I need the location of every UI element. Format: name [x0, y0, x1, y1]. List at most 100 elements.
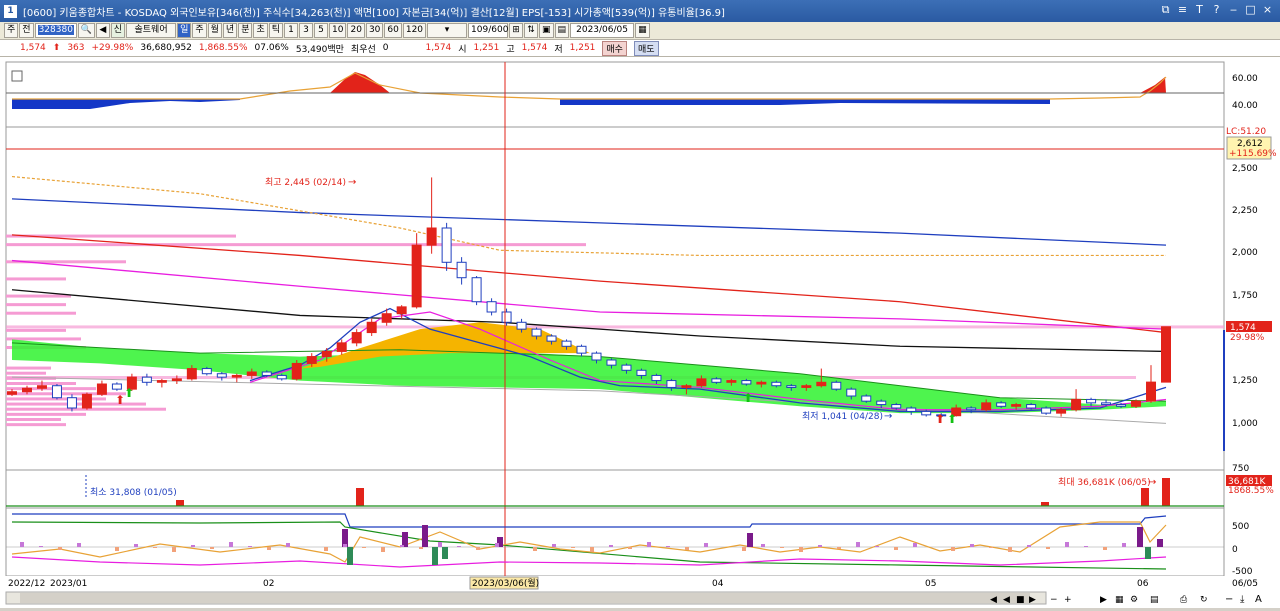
volume-profile-bar: [6, 303, 66, 307]
tools-icon[interactable]: ▤: [1150, 595, 1159, 605]
lower-small-bar: [153, 547, 157, 548]
x-label-2022-12: 2022/12: [8, 579, 45, 589]
candle-body: [366, 321, 377, 334]
save-icon[interactable]: ▣: [539, 23, 554, 38]
minimize-icon[interactable]: ‒: [1227, 3, 1240, 17]
tab-minute[interactable]: 분: [238, 23, 253, 38]
candle-body: [66, 397, 77, 409]
tb-stock[interactable]: 주: [4, 23, 19, 38]
lower-small-bar: [419, 547, 423, 549]
upper-panel-frame: [5, 61, 1225, 128]
scroll-prev-icon[interactable]: ◀: [1003, 595, 1010, 605]
change-pct: +29.98%: [91, 43, 134, 53]
candle-body: [891, 404, 902, 409]
period-dropdown-icon[interactable]: ▾: [427, 23, 468, 38]
period-30[interactable]: 30: [365, 23, 384, 38]
tb-prev-icon[interactable]: ◀: [95, 23, 110, 38]
candle-body: [21, 387, 32, 393]
stock-code-input[interactable]: 328380: [34, 23, 77, 38]
scroll-stop-icon[interactable]: ■: [1016, 595, 1025, 605]
lower-small-bar: [191, 545, 195, 547]
font-up-icon[interactable]: A: [1255, 594, 1262, 605]
lower-small-bar: [552, 544, 556, 547]
lower-small-bar: [324, 547, 328, 551]
lower-axis-neg500: -500: [1232, 567, 1253, 577]
lower-hist-bar: [747, 533, 753, 547]
candle-body: [186, 368, 197, 380]
zoom-minus-icon[interactable]: −: [1225, 594, 1233, 605]
candle-body: [966, 407, 977, 411]
lower-small-bar: [495, 543, 499, 547]
maximize-icon[interactable]: □: [1244, 3, 1257, 17]
align-icon[interactable]: ⤓: [1240, 594, 1245, 605]
help-icon[interactable]: ?: [1210, 3, 1223, 17]
app-icon: 1: [4, 4, 17, 18]
calendar-icon[interactable]: ▦: [635, 23, 650, 38]
period-20[interactable]: 20: [347, 23, 365, 38]
restore-icon[interactable]: ⧉: [1159, 3, 1172, 17]
zoom-out-icon[interactable]: −: [1050, 595, 1058, 605]
tab-year[interactable]: 년: [222, 23, 238, 38]
sell-button[interactable]: 매도: [633, 40, 659, 56]
candle-body: [1086, 398, 1097, 404]
zoom-in-icon[interactable]: +: [1064, 595, 1072, 605]
grid-icon[interactable]: ▦: [1115, 595, 1124, 605]
lower-small-bar: [58, 547, 62, 550]
tab-second[interactable]: 초: [253, 23, 268, 38]
lower-small-bar: [39, 546, 43, 547]
scroll-start-icon[interactable]: ◀: [990, 595, 997, 605]
lower-small-bar: [818, 545, 822, 547]
tab-month[interactable]: 월: [207, 23, 222, 38]
candle-body: [906, 407, 917, 412]
tb-all[interactable]: 전: [19, 23, 34, 38]
chart-svg[interactable]: →→→ 최고 2,445 (02/14) 최저 1,041 (04/28) 최대…: [0, 57, 1280, 608]
period-5[interactable]: 5: [314, 23, 329, 38]
count-field[interactable]: 109/600: [468, 23, 508, 38]
lower-axis-500: 500: [1232, 522, 1249, 532]
search-icon[interactable]: 🔍: [77, 23, 95, 38]
scroll-end-icon[interactable]: ▶: [1100, 595, 1107, 605]
tab-week[interactable]: 주: [192, 23, 207, 38]
period-3[interactable]: 3: [299, 23, 314, 38]
candle-body: [96, 383, 107, 395]
volume-bar: [356, 488, 364, 506]
volume-profile-bar: [6, 418, 61, 421]
lower-small-bar: [210, 547, 214, 549]
volume-bar: [1141, 488, 1149, 506]
tb-new[interactable]: 신: [110, 23, 126, 38]
settings-icon[interactable]: ⚙: [1130, 595, 1138, 605]
window-controls: ⧉ ≡ T ? ‒ □ ×: [1159, 3, 1274, 17]
candle-body: [726, 380, 737, 383]
lower-small-bar: [856, 542, 860, 547]
price-axis-2250: 2,250: [1232, 206, 1258, 216]
chart-icon[interactable]: ▤: [554, 23, 570, 38]
candle-body: [471, 277, 482, 303]
scroll-thumb[interactable]: [20, 593, 1030, 603]
chart-area[interactable]: → → → 최고 2,445 (02/14) 최저 1,041 (04/28) 최대…: [0, 57, 1280, 608]
volume-profile-bar: [6, 387, 96, 391]
period-1[interactable]: 1: [284, 23, 299, 38]
lower-small-bar: [913, 543, 917, 547]
buy-button[interactable]: 매수: [602, 40, 627, 56]
lock-icon[interactable]: ⊞: [509, 23, 524, 38]
candle-body: [141, 376, 152, 383]
tab-tick[interactable]: 틱: [268, 23, 284, 38]
font-icon[interactable]: T: [1193, 3, 1206, 17]
candle-body: [546, 335, 557, 342]
close-icon[interactable]: ×: [1261, 3, 1274, 17]
pin-icon[interactable]: ⇅: [524, 23, 539, 38]
volume-pct: 1,868.55%: [198, 43, 248, 53]
panel-toggle-icon[interactable]: [11, 70, 23, 82]
volume-max-annotation: 최대 36,681K (06/05): [1058, 477, 1151, 488]
period-60[interactable]: 60: [384, 23, 402, 38]
date-field[interactable]: 2023/06/05: [570, 23, 635, 38]
candle-body: [396, 306, 407, 315]
scroll-next-icon[interactable]: ▶: [1029, 595, 1036, 605]
pref-value: 0: [382, 43, 389, 53]
period-120[interactable]: 120: [402, 23, 427, 38]
refresh-icon[interactable]: ↻: [1200, 595, 1208, 605]
tab-day[interactable]: 일: [177, 23, 192, 38]
print-icon[interactable]: ⎙: [1180, 595, 1188, 605]
period-10[interactable]: 10: [329, 23, 347, 38]
menu-icon[interactable]: ≡: [1176, 3, 1189, 17]
